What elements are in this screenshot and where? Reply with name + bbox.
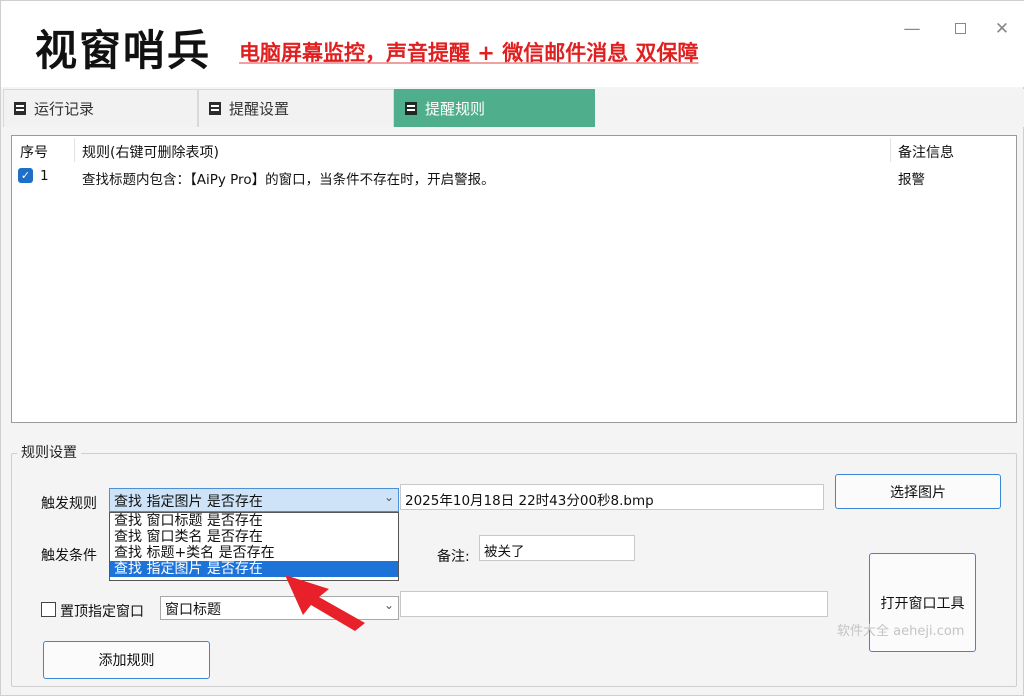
tab-label: 提醒规则 bbox=[425, 100, 486, 118]
choose-image-button[interactable]: 选择图片 bbox=[835, 474, 1001, 509]
tab-run-log[interactable]: 运行记录 bbox=[3, 89, 198, 127]
document-icon bbox=[209, 102, 221, 115]
minimize-button[interactable]: — bbox=[897, 15, 927, 43]
row-note: 报警 bbox=[898, 172, 925, 188]
pin-window-checkbox[interactable] bbox=[41, 602, 56, 617]
pin-window-value: 窗口标题 bbox=[165, 602, 221, 618]
dropdown-option[interactable]: 查找 标题+类名 是否存在 bbox=[110, 545, 398, 561]
close-button[interactable]: ✕ bbox=[987, 15, 1017, 43]
maximize-icon bbox=[954, 23, 966, 34]
tab-reminder-rules[interactable]: 提醒规则 bbox=[394, 89, 595, 127]
row-rule: 查找标题内包含：【AiPy Pro】的窗口，当条件不存在时，开启警报。 bbox=[82, 172, 495, 188]
red-arrow-icon bbox=[285, 575, 365, 631]
dropdown-option[interactable]: 查找 窗口标题 是否存在 bbox=[110, 513, 398, 529]
document-icon bbox=[14, 102, 26, 115]
tab-bar: 运行记录 提醒设置 提醒规则 bbox=[1, 89, 1024, 127]
column-separator[interactable] bbox=[74, 138, 75, 162]
trigger-rule-select[interactable]: 查找 指定图片 是否存在 ⌄ bbox=[109, 488, 399, 512]
column-header-note[interactable]: 备注信息 bbox=[898, 142, 954, 162]
note-label: 备注: bbox=[437, 549, 470, 565]
tab-label: 运行记录 bbox=[34, 100, 95, 118]
add-rule-button[interactable]: 添加规则 bbox=[43, 641, 210, 679]
trigger-condition-label: 触发条件 bbox=[41, 548, 97, 564]
tab-label: 提醒设置 bbox=[229, 100, 290, 118]
row-index: 1 bbox=[40, 168, 49, 184]
watermark: 软件大全 aeheji.com bbox=[837, 624, 965, 639]
app-title: 视窗哨兵 bbox=[35, 26, 212, 75]
app-window: 视窗哨兵 电脑屏幕监控，声音提醒 + 微信邮件消息 双保障 — ✕ 运行记录 提… bbox=[0, 0, 1024, 696]
trigger-rule-value: 查找 指定图片 是否存在 bbox=[114, 494, 263, 510]
tab-reminder-settings[interactable]: 提醒设置 bbox=[198, 89, 394, 127]
trigger-rule-label: 触发规则 bbox=[41, 496, 97, 512]
app-slogan: 电脑屏幕监控，声音提醒 + 微信邮件消息 双保障 bbox=[239, 41, 699, 65]
column-header-rule[interactable]: 规则(右键可删除表项) bbox=[82, 142, 219, 162]
rule-settings-title: 规则设置 bbox=[17, 442, 81, 462]
document-icon bbox=[405, 102, 417, 115]
image-file-field[interactable]: 2025年10月18日 22时43分00秒8.bmp bbox=[400, 484, 824, 510]
maximize-button[interactable] bbox=[945, 15, 975, 43]
title-bar: 视窗哨兵 电脑屏幕监控，声音提醒 + 微信邮件消息 双保障 — ✕ bbox=[1, 1, 1024, 87]
rules-list[interactable]: 序号 规则(右键可删除表项) 备注信息 ✓ 1 查找标题内包含：【AiPy Pr… bbox=[11, 135, 1017, 423]
chevron-down-icon: ⌄ bbox=[383, 490, 394, 504]
table-row[interactable]: ✓ 1 查找标题内包含：【AiPy Pro】的窗口，当条件不存在时，开启警报。 … bbox=[12, 166, 1016, 188]
column-separator[interactable] bbox=[890, 138, 891, 162]
pin-window-label: 置顶指定窗口 bbox=[60, 604, 144, 620]
chevron-down-icon: ⌄ bbox=[383, 598, 394, 612]
column-header-index[interactable]: 序号 bbox=[20, 142, 48, 162]
row-checkbox[interactable]: ✓ bbox=[18, 168, 33, 183]
rules-list-header: 序号 规则(右键可删除表项) 备注信息 bbox=[12, 136, 1016, 164]
pin-window-field[interactable] bbox=[400, 591, 828, 617]
dropdown-option[interactable]: 查找 窗口类名 是否存在 bbox=[110, 529, 398, 545]
note-field[interactable]: 被关了 bbox=[479, 535, 635, 561]
